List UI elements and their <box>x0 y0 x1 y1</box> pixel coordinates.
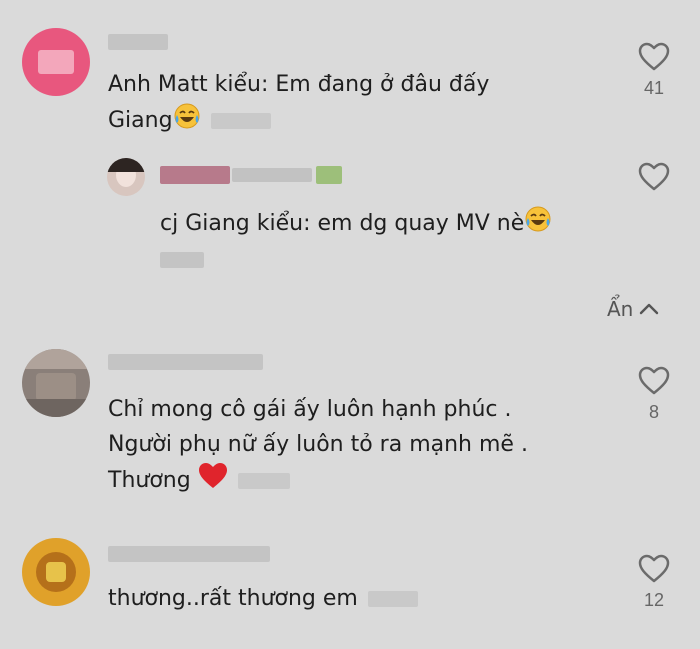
username-blurred[interactable] <box>316 166 342 184</box>
comment-line: cj Giang kiểu: em dg quay MV nè <box>160 205 552 241</box>
comment-line: Người phụ nữ ấy luôn tỏ ra mạnh mẽ . <box>108 432 528 457</box>
red-heart-icon <box>198 463 227 488</box>
avatar[interactable] <box>22 28 90 96</box>
comment-text: Anh Matt kiểu: Em đang ở đâu đấy Giang <box>108 67 489 138</box>
username-blurred[interactable] <box>108 354 263 370</box>
heart-outline-icon <box>638 162 670 191</box>
comment-text: thương..rất thương em <box>108 581 418 616</box>
face-with-tears-of-joy-icon <box>525 206 551 232</box>
heart-outline-icon <box>638 42 670 71</box>
username-blurred[interactable] <box>108 34 168 50</box>
hide-replies-label: Ẩn <box>607 297 634 321</box>
timestamp-blurred <box>237 473 290 489</box>
like-count: 41 <box>643 78 665 98</box>
like-button[interactable]: 41 <box>637 42 671 99</box>
like-count: 12 <box>643 590 665 610</box>
comment-text: cj Giang kiểu: em dg quay MV nè <box>160 205 552 241</box>
timestamp-blurred <box>210 113 271 129</box>
timestamp-blurred <box>367 591 418 607</box>
username-blurred[interactable] <box>232 168 312 182</box>
comment-line: Anh Matt kiểu: Em đang ở đâu đấy <box>108 72 490 97</box>
comment-text: Chỉ mong cô gái ấy luôn hạnh phúc . Ngườ… <box>108 392 528 498</box>
comment-line: Thương <box>108 462 528 498</box>
heart-outline-icon <box>638 366 670 395</box>
comment-line: Giang <box>108 102 489 138</box>
avatar[interactable] <box>22 349 90 417</box>
heart-outline-icon <box>638 554 670 583</box>
face-with-tears-of-joy-icon <box>174 103 200 129</box>
chevron-up-icon <box>640 303 659 315</box>
like-button[interactable]: 12 <box>637 554 671 611</box>
comment-line: thương..rất thương em <box>108 581 418 616</box>
username-blurred[interactable] <box>160 166 230 184</box>
hide-replies-button[interactable]: Ẩn <box>607 297 659 321</box>
avatar[interactable] <box>107 158 145 196</box>
avatar[interactable] <box>22 538 90 606</box>
comment-line: Chỉ mong cô gái ấy luôn hạnh phúc . <box>108 397 512 422</box>
timestamp-blurred <box>160 252 204 268</box>
like-button[interactable]: 8 <box>637 366 671 423</box>
like-count: 8 <box>648 402 659 422</box>
username-blurred[interactable] <box>108 546 270 562</box>
like-button[interactable] <box>637 162 671 198</box>
